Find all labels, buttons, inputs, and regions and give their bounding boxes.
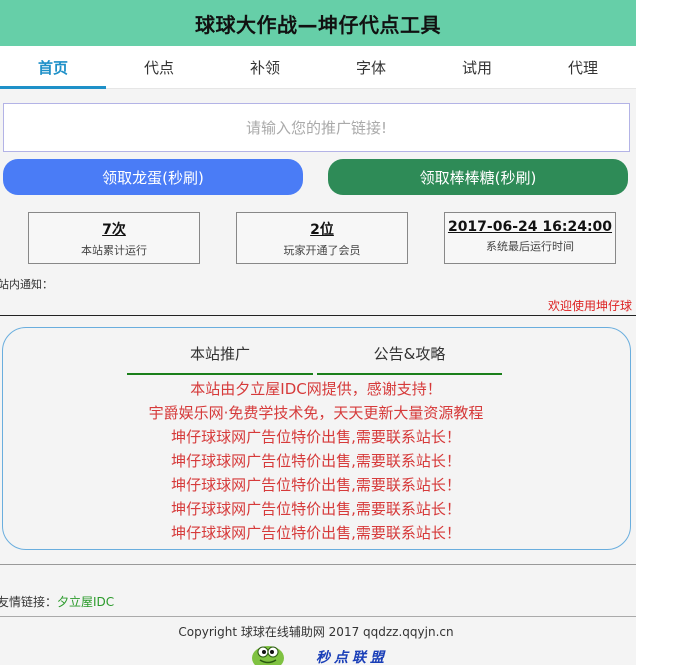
panel-line: 坤仔球球网广告位特价出售,需要联系站长！ [171, 452, 461, 470]
mascot-icon [252, 646, 284, 665]
stat-last-run: 2017-06-24 16:24:00 系统最后运行时间 [444, 212, 616, 264]
notice-marquee: 欢迎使用坤仔球 [548, 299, 633, 313]
panel-line: 坤仔球球网广告位特价出售,需要联系站长！ [171, 428, 461, 446]
friend-link-idc[interactable]: 夕立屋IDC [57, 595, 114, 609]
divider [0, 315, 636, 316]
tab-promotion[interactable]: 本站推广 [127, 344, 313, 375]
site-notice-label: 站内通知： [0, 278, 53, 291]
page: 球球大作战—坤仔代点工具 首页 代点 补领 字体 试用 代理 领取龙蛋(秒刷) … [0, 0, 636, 665]
nav-trial[interactable]: 试用 [424, 46, 530, 88]
panel-tabs: 本站推广 公告&攻略 [127, 344, 502, 375]
stat-run-count: 7次 本站累计运行 [28, 212, 200, 264]
site-header: 球球大作战—坤仔代点工具 [0, 0, 636, 46]
footer-logo: 秒点联盟 [250, 641, 388, 665]
claim-dragon-egg-button[interactable]: 领取龙蛋(秒刷) [3, 159, 303, 195]
panel-lines: 本站由夕立屋IDC网提供，感谢支持！ 宇爵娱乐网·免费学技术免，天天更新大量资源… [0, 377, 632, 545]
claim-lollipop-button[interactable]: 领取棒棒糖(秒刷) [328, 159, 628, 195]
friend-links: 友情链接：夕立屋IDC [0, 593, 114, 610]
promo-link-field [3, 103, 630, 152]
stat-members: 2位 玩家开通了会员 [236, 212, 408, 264]
panel-line: 坤仔球球网广告位特价出售,需要联系站长！ [171, 500, 461, 518]
nav-reclaim[interactable]: 补领 [212, 46, 318, 88]
friend-links-label: 友情链接： [0, 595, 58, 609]
panel-line: 本站由夕立屋IDC网提供，感谢支持！ [190, 380, 442, 398]
nav-font[interactable]: 字体 [318, 46, 424, 88]
promo-link-input[interactable] [4, 104, 629, 151]
logo-text: 秒点联盟 [316, 650, 388, 665]
divider [0, 616, 636, 617]
stat-members-label: 玩家开通了会员 [283, 244, 361, 257]
nav-agent[interactable]: 代理 [530, 46, 636, 88]
stat-members-value: 2位 [310, 222, 334, 238]
panel-line: 坤仔球球网广告位特价出售,需要联系站长！ [171, 476, 461, 494]
main-nav: 首页 代点 补领 字体 试用 代理 [0, 46, 636, 89]
nav-order[interactable]: 代点 [106, 46, 212, 88]
panel-line: 坤仔球球网广告位特价出售,需要联系站长！ [171, 524, 461, 542]
nav-home[interactable]: 首页 [0, 46, 106, 89]
tab-announcements[interactable]: 公告&攻略 [317, 344, 502, 375]
copyright: Copyright 球球在线辅助网 2017 qqdzz.qqyjn.cn [178, 625, 454, 639]
stat-last-run-label: 系统最后运行时间 [486, 240, 574, 253]
stat-run-count-value: 7次 [102, 222, 126, 238]
stat-run-count-label: 本站累计运行 [81, 244, 147, 257]
divider [0, 564, 636, 565]
stat-last-run-value: 2017-06-24 16:24:00 [447, 219, 613, 235]
panel-line: 宇爵娱乐网·免费学技术免，天天更新大量资源教程 [148, 404, 484, 422]
site-title: 球球大作战—坤仔代点工具 [195, 12, 441, 37]
